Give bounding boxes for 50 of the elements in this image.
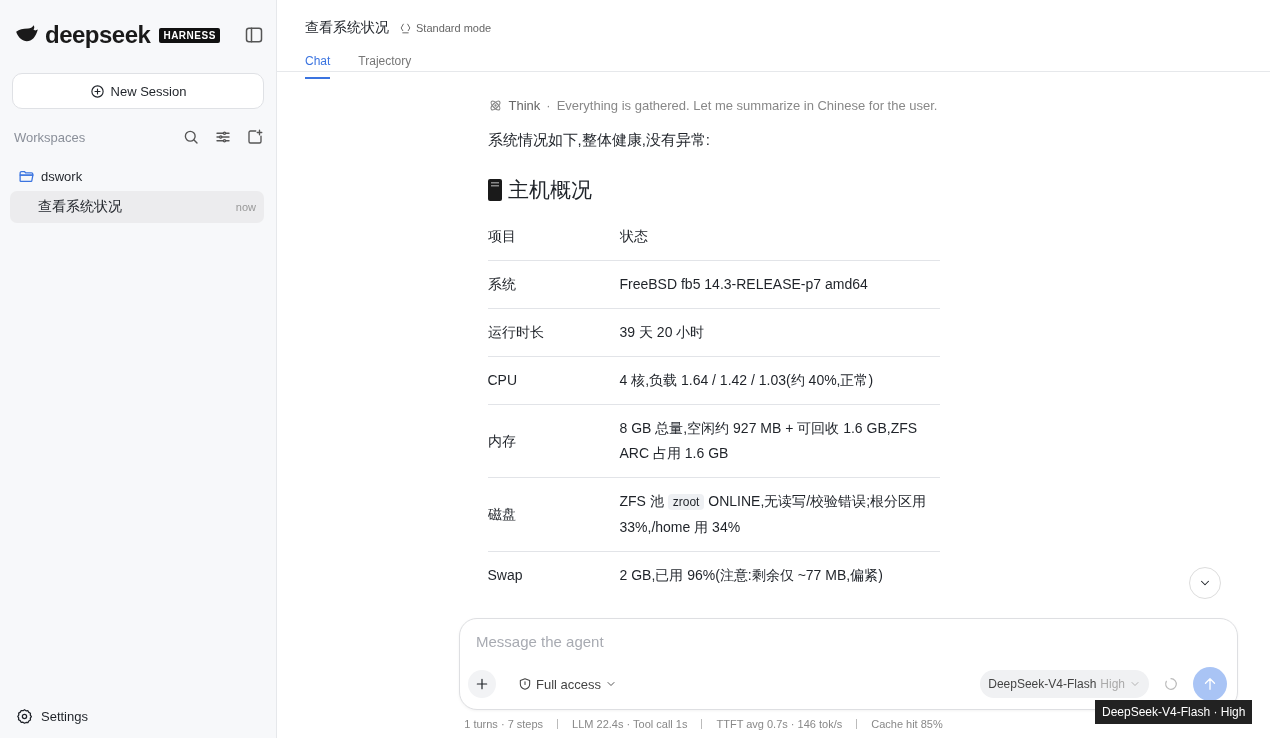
logo-wordmark: deepseek: [45, 21, 151, 49]
session-item[interactable]: 查看系统状况 now: [10, 191, 264, 223]
table-cell: Swap: [487, 551, 620, 599]
table-cell: 磁盘: [487, 477, 620, 552]
tooltip: DeepSeek-V4-Flash · High: [1095, 700, 1253, 724]
phone-icon: [487, 179, 502, 201]
session-time: now: [235, 201, 256, 213]
mode-indicator: Standard mode: [399, 21, 492, 35]
send-button[interactable]: [1193, 667, 1227, 701]
workspaces-label: Workspaces: [14, 129, 86, 145]
status-item: TTFT avg 0.7s · 146 tok/s: [716, 718, 843, 730]
table-cell: 系统: [487, 260, 620, 309]
plus-circle-icon: [89, 83, 105, 99]
table-cell: 39 天 20 小时: [619, 308, 940, 357]
page-title: 查看系统状况: [305, 19, 389, 37]
section-heading: 主机概况: [507, 177, 592, 203]
column-header: 状态: [619, 224, 940, 261]
table-cell: ZFS 池 zroot ONLINE,无读写/校验错误;根分区用 33%,/home 用 34%: [619, 477, 940, 552]
workspace-item[interactable]: dswork: [10, 161, 264, 191]
shield-icon: [518, 677, 532, 691]
column-header: 项目: [487, 224, 620, 261]
access-dropdown[interactable]: Full access: [518, 676, 618, 692]
logo-badge: HARNESS: [159, 27, 220, 43]
gear-icon: [16, 707, 33, 725]
status-item: 1 turns · 7 steps: [464, 718, 544, 730]
status-item: Cache hit 85%: [871, 718, 943, 730]
sliders-icon[interactable]: [214, 128, 232, 146]
model-selector[interactable]: DeepSeek-V4-Flash High: [980, 670, 1149, 698]
table-cell: 运行时长: [487, 308, 620, 357]
separator-dot: ·: [546, 98, 551, 113]
think-label: Think: [508, 98, 541, 113]
table-cell: 2 GB,已用 96%(注意:剩余仅 ~77 MB,偏紧): [619, 551, 940, 599]
plus-icon: [474, 676, 490, 692]
table-cell: 8 GB 总量,空闲约 927 MB + 可回收 1.6 GB,ZFS ARC 占用 1.6 GB: [619, 404, 940, 478]
table-cell: 4 核,负载 1.64 / 1.42 / 1.03(约 40%,正常): [619, 356, 940, 405]
table-cell: CPU: [487, 356, 620, 405]
table-cell: 内存: [487, 404, 620, 478]
settings-link[interactable]: Settings: [10, 694, 264, 738]
search-icon[interactable]: [182, 128, 200, 146]
add-folder-icon[interactable]: [246, 128, 264, 146]
atom-icon: [487, 98, 503, 113]
loading-spinner-icon: [1163, 676, 1179, 692]
tab[interactable]: Trajectory: [358, 54, 412, 79]
message-text: 系统情况如下,整体健康,没有异常:: [487, 131, 711, 150]
new-session-button[interactable]: New Session: [12, 73, 264, 109]
think-text: Everything is gathered. Let me summarize in Chinese for the user.: [556, 98, 938, 113]
add-button[interactable]: [468, 670, 496, 698]
tab[interactable]: Chat: [305, 54, 331, 79]
status-item: LLM 22.4s · Tool call 1s: [572, 718, 688, 730]
table-cell: FreeBSD fb5 14.3-RELEASE-p7 amd64: [619, 260, 940, 309]
